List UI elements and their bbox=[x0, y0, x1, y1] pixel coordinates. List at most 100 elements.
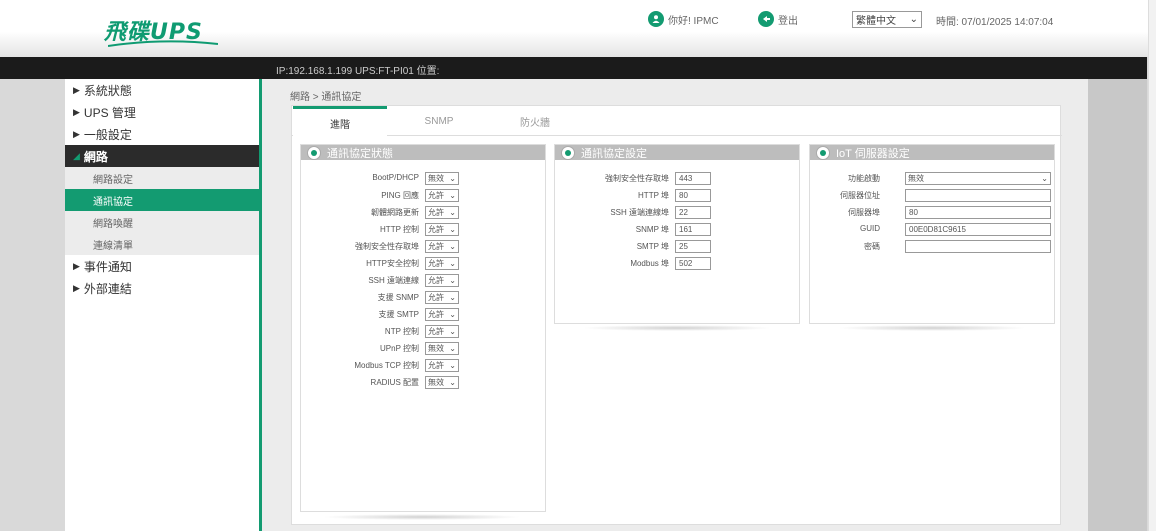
field-label: 支援 SNMP bbox=[301, 291, 419, 304]
tab-bar: 進階 SNMP 防火牆 bbox=[292, 106, 1062, 137]
field-label: GUID bbox=[810, 223, 880, 236]
sidebar-item-system-status[interactable]: ▶ 系統狀態 bbox=[65, 79, 259, 101]
option-select[interactable]: 允許 ⌄ bbox=[425, 359, 459, 372]
sidebar-subitem-network-settings[interactable]: 網路設定 bbox=[65, 167, 259, 189]
chevron-down-icon: ⌄ bbox=[909, 14, 918, 25]
value-input[interactable]: 161 bbox=[675, 223, 711, 236]
field-value: 00E0D81C9615 bbox=[909, 225, 966, 234]
logout-label: 登出 bbox=[778, 15, 798, 27]
caret-right-icon: ▶ bbox=[73, 84, 80, 95]
field-label: SSH 遠端連線 bbox=[301, 274, 419, 287]
field-label: SNMP 埠 bbox=[555, 223, 669, 236]
option-select[interactable]: 允許 ⌄ bbox=[425, 240, 459, 253]
user-circle-icon bbox=[648, 11, 664, 27]
sidebar-item-network[interactable]: ◢ 網路 bbox=[65, 145, 259, 167]
caret-down-icon: ◢ bbox=[73, 150, 80, 161]
device-info-text: IP:192.168.1.199 UPS:FT-PI01 位置: bbox=[276, 66, 440, 77]
field-value: 無效 bbox=[428, 344, 444, 353]
sidebar-item-event-notification[interactable]: ▶ 事件通知 bbox=[65, 255, 259, 277]
value-input[interactable]: 25 bbox=[675, 240, 711, 253]
chevron-down-icon: ⌄ bbox=[449, 344, 456, 353]
option-select[interactable]: 允許 ⌄ bbox=[425, 325, 459, 338]
field-label: RADIUS 配置 bbox=[301, 376, 419, 389]
field-label: HTTP 控制 bbox=[301, 223, 419, 236]
main-content: 網路 > 通訊協定 進階 SNMP 防火牆 通訊協定狀態 BootP/DHCP 無… bbox=[262, 79, 1088, 531]
option-select[interactable]: 允許 ⌄ bbox=[425, 291, 459, 304]
value-input[interactable]: 22 bbox=[675, 206, 711, 219]
box-shadow bbox=[837, 325, 1027, 331]
protocol-panel: 進階 SNMP 防火牆 通訊協定狀態 BootP/DHCP 無效 ⌄ PING 回應允… bbox=[291, 105, 1062, 525]
page-scrollbar[interactable] bbox=[1148, 0, 1156, 531]
user-greeting[interactable]: 你好! IPMC bbox=[648, 11, 719, 27]
field-label: 支援 SMTP bbox=[301, 308, 419, 321]
iot-server-box: IoT 伺服器設定 功能啟動 無效 ⌄ 伺服器位址 伺服器埠 80 GUID 00E0D81C… bbox=[809, 144, 1055, 324]
field-value: 80 bbox=[679, 191, 688, 200]
tab-snmp[interactable]: SNMP bbox=[392, 106, 486, 136]
field-value: 502 bbox=[679, 259, 693, 268]
field-value: 無效 bbox=[908, 174, 924, 183]
field-label: BootP/DHCP bbox=[301, 172, 419, 185]
clock-text: 時間: 07/01/2025 14:07:04 bbox=[936, 17, 1054, 28]
option-select[interactable]: 無效 ⌄ bbox=[425, 376, 459, 389]
value-input[interactable]: 502 bbox=[675, 257, 711, 270]
field-label-text: HTTP 埠 bbox=[638, 191, 669, 200]
value-input[interactable]: 443 bbox=[675, 172, 711, 185]
sidebar-subitem-connection-list[interactable]: 連線清單 bbox=[65, 233, 259, 255]
iot-server-header: IoT 伺服器設定 bbox=[810, 145, 1054, 160]
field-label: PING 回應 bbox=[301, 189, 419, 202]
option-select[interactable]: 允許 ⌄ bbox=[425, 308, 459, 321]
protocol-settings-header: 通訊協定設定 bbox=[555, 145, 799, 160]
option-select[interactable]: 允許 ⌄ bbox=[425, 223, 459, 236]
option-select[interactable]: 允許 ⌄ bbox=[425, 274, 459, 287]
option-select[interactable]: 允許 ⌄ bbox=[425, 206, 459, 219]
sidebar-item-ups-management[interactable]: ▶ UPS 管理 bbox=[65, 101, 259, 123]
field-label-text: BootP/DHCP bbox=[372, 173, 419, 182]
field-value: 無效 bbox=[428, 378, 444, 387]
field-label: 強制安全性存取埠 bbox=[555, 172, 669, 185]
option-select[interactable]: 無效 ⌄ bbox=[425, 172, 459, 185]
top-header: 飛碟UPS 你好! IPMC 登出 繁體中文 ⌄ 時間: 07/01/2025 … bbox=[0, 0, 1156, 57]
value-input[interactable]: 80 bbox=[675, 189, 711, 202]
field-label-text: SSH 遠端連線埠 bbox=[610, 208, 669, 217]
field-value: 無效 bbox=[428, 174, 444, 183]
iot-server-title: IoT 伺服器設定 bbox=[836, 147, 910, 160]
option-select[interactable]: 無效 ⌄ bbox=[425, 342, 459, 355]
field-label-text: PING 回應 bbox=[381, 191, 419, 200]
radio-dot-icon bbox=[307, 146, 321, 160]
field-label: 功能啟動 bbox=[810, 172, 880, 185]
protocol-status-header: 通訊協定狀態 bbox=[301, 145, 545, 160]
field-label-text: 支援 SMTP bbox=[378, 310, 419, 319]
sidebar-subitem-wake-on-lan[interactable]: 網路喚醒 bbox=[65, 211, 259, 233]
option-select[interactable]: 無效 ⌄ bbox=[905, 172, 1051, 185]
greeting-text: 你好! IPMC bbox=[668, 15, 719, 27]
sidebar-item-external-links[interactable]: ▶ 外部連結 bbox=[65, 277, 259, 299]
caret-right-icon: ▶ bbox=[73, 128, 80, 139]
field-value: 允許 bbox=[428, 225, 444, 234]
value-input[interactable] bbox=[905, 240, 1051, 253]
chevron-down-icon: ⌄ bbox=[449, 293, 456, 302]
caret-right-icon: ▶ bbox=[73, 260, 80, 271]
value-input[interactable] bbox=[905, 189, 1051, 202]
box-shadow bbox=[582, 325, 772, 331]
language-select[interactable]: 繁體中文 ⌄ bbox=[852, 11, 922, 28]
field-label: SMTP 埠 bbox=[555, 240, 669, 253]
field-label: HTTP 埠 bbox=[555, 189, 669, 202]
caret-right-icon: ▶ bbox=[73, 106, 80, 117]
breadcrumb: 網路 > 通訊協定 bbox=[290, 92, 362, 103]
sidebar-subitem-protocols[interactable]: 通訊協定 bbox=[65, 189, 259, 211]
field-value: 25 bbox=[679, 242, 688, 251]
tab-firewall[interactable]: 防火牆 bbox=[488, 106, 582, 136]
logout-link[interactable]: 登出 bbox=[758, 11, 798, 27]
sidebar-item-general-settings[interactable]: ▶ 一般設定 bbox=[65, 123, 259, 145]
right-margin bbox=[1088, 79, 1147, 531]
value-input[interactable]: 00E0D81C9615 bbox=[905, 223, 1051, 236]
field-label: SSH 遠端連線埠 bbox=[555, 206, 669, 219]
field-value: 443 bbox=[679, 174, 693, 183]
option-select[interactable]: 允許 ⌄ bbox=[425, 189, 459, 202]
tab-advanced[interactable]: 進階 bbox=[293, 106, 387, 137]
field-label-text: 強制安全性存取埠 bbox=[605, 174, 669, 183]
chevron-down-icon: ⌄ bbox=[449, 208, 456, 217]
chevron-down-icon: ⌄ bbox=[1041, 174, 1048, 183]
value-input[interactable]: 80 bbox=[905, 206, 1051, 219]
option-select[interactable]: 允許 ⌄ bbox=[425, 257, 459, 270]
